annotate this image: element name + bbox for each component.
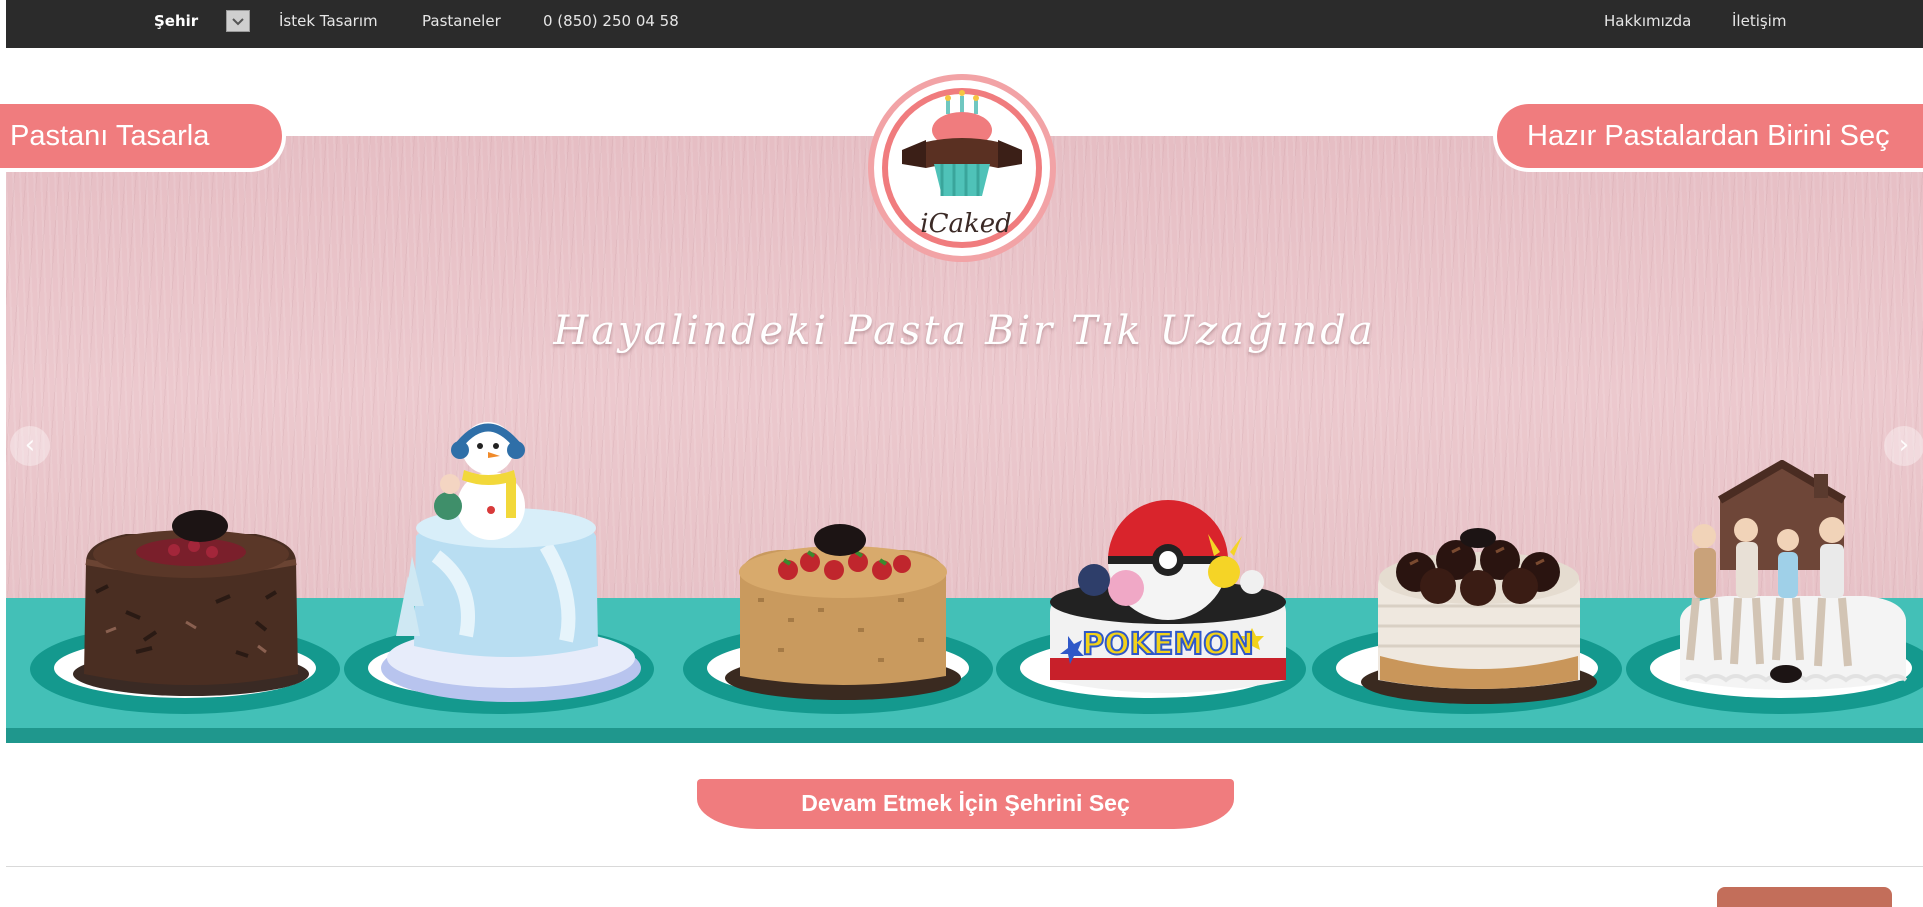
nav-link-contact[interactable]: İletişim [1732,0,1786,48]
pokemon-cake[interactable]: POKEMON [1038,432,1298,708]
chevron-down-icon [232,18,244,26]
nav-link-design-request[interactable]: İstek Tasarım [279,0,378,48]
icaked-logo[interactable]: iCaked [866,72,1058,264]
choose-ready-cake-ribbon[interactable]: Hazır Pastalardan Birini Seç [1497,104,1923,168]
partial-button[interactable] [1717,887,1892,907]
snowman-cake[interactable] [376,406,646,706]
phone-number[interactable]: 0 (850) 250 04 58 [543,0,679,48]
choose-city-button[interactable]: Devam Etmek İçin Şehrini Seç [697,779,1234,829]
black-forest-cake[interactable] [66,482,316,702]
nav-link-about[interactable]: Hakkımızda [1604,0,1691,48]
family-house-cake[interactable] [1666,460,1916,700]
hero-slogan: Hayalindeki Pasta Bir Tık Uzağında [553,308,1376,354]
chevron-left-icon: ‹ [24,430,36,460]
city-select[interactable] [226,10,250,32]
design-your-cake-ribbon[interactable]: Pastanı Tasarla [0,104,282,168]
chevron-right-icon: › [1898,430,1910,460]
city-label[interactable]: Şehir [154,0,198,48]
pokemon-cake-text: POKEMON [1082,627,1254,662]
logo-text: iCaked [920,209,1012,239]
section-divider [6,866,1923,867]
profiterole-cake[interactable] [1354,486,1604,708]
top-nav: Şehir İstek Tasarım Pastaneler 0 (850) 2… [6,0,1923,48]
strawberry-crumb-cake[interactable] [718,480,968,702]
slider-prev-button[interactable]: ‹ [10,426,50,466]
nav-link-bakeries[interactable]: Pastaneler [422,0,501,48]
table-edge [6,728,1923,743]
slider-next-button[interactable]: › [1884,426,1923,466]
